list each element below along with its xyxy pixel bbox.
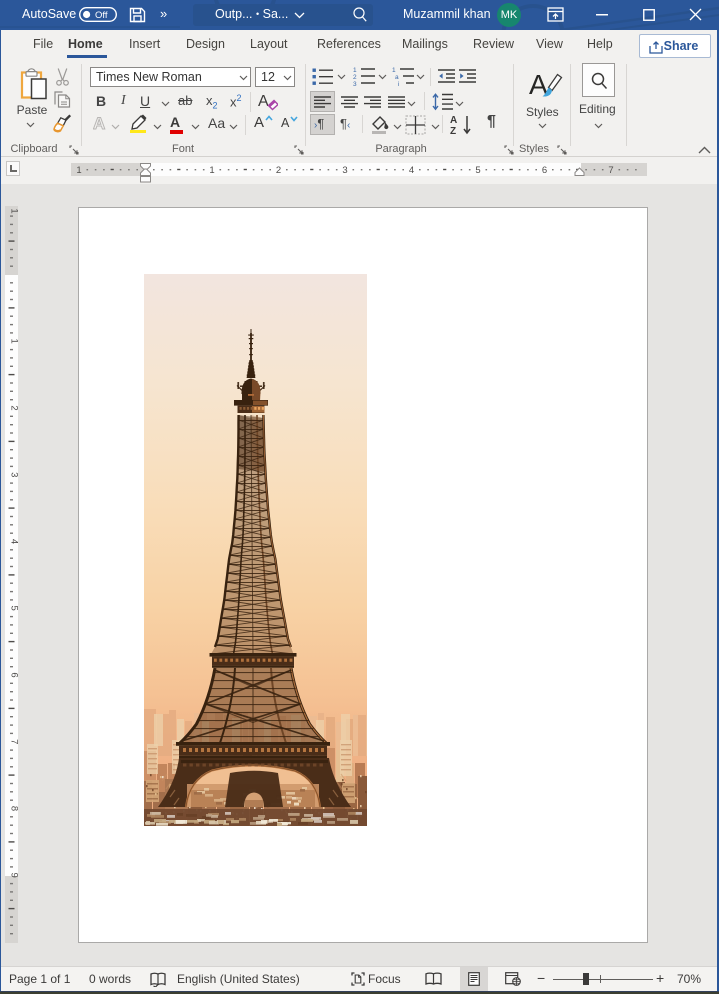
svg-text:8: 8 bbox=[9, 806, 19, 811]
svg-text:i: i bbox=[398, 81, 399, 86]
svg-text:1: 1 bbox=[209, 165, 214, 176]
svg-text:7: 7 bbox=[608, 165, 613, 176]
svg-text:Z: Z bbox=[450, 126, 456, 135]
svg-text:3: 3 bbox=[353, 81, 357, 86]
svg-text:2: 2 bbox=[276, 165, 281, 176]
svg-text:7: 7 bbox=[9, 739, 19, 744]
svg-text:A: A bbox=[258, 93, 269, 110]
svg-text:9: 9 bbox=[9, 873, 19, 878]
svg-text:1: 1 bbox=[392, 67, 396, 74]
svg-text:1: 1 bbox=[9, 208, 19, 213]
svg-text:1: 1 bbox=[9, 339, 19, 344]
svg-text:4: 4 bbox=[409, 165, 414, 176]
svg-text:2: 2 bbox=[9, 405, 19, 410]
svg-text:2: 2 bbox=[353, 74, 357, 81]
svg-text:4: 4 bbox=[9, 539, 19, 544]
svg-text:Off: Off bbox=[95, 10, 108, 21]
svg-text:a: a bbox=[395, 74, 399, 81]
svg-text:A: A bbox=[450, 115, 457, 126]
svg-text:3: 3 bbox=[9, 472, 19, 477]
svg-text:A: A bbox=[93, 114, 105, 131]
svg-text:6: 6 bbox=[9, 672, 19, 677]
svg-text:5: 5 bbox=[9, 606, 19, 611]
svg-text:1: 1 bbox=[353, 67, 357, 74]
svg-text:5: 5 bbox=[475, 165, 480, 176]
svg-text:3: 3 bbox=[342, 165, 347, 176]
svg-text:6: 6 bbox=[542, 165, 547, 176]
svg-text:1: 1 bbox=[76, 165, 81, 176]
